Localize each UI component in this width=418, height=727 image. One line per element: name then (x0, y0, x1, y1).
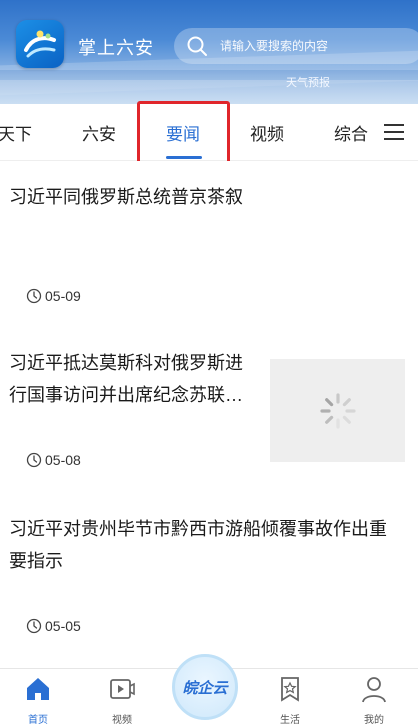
clock-icon (26, 288, 42, 304)
news-title-line: 习近平抵达莫斯科对俄罗斯进 (9, 353, 243, 373)
bookmark-star-icon (281, 677, 299, 702)
news-title: 习近平对贵州毕节市黔西市游船倾覆事故作出重 要指示 (9, 513, 387, 577)
news-item[interactable]: 习近平对贵州毕节市黔西市游船倾覆事故作出重 要指示 05-05 (0, 491, 418, 668)
news-date: 05-09 (26, 288, 81, 304)
app-logo-icon (24, 30, 56, 58)
search-bar[interactable] (174, 28, 418, 64)
nav-life[interactable]: 生活 (260, 669, 320, 727)
menu-icon[interactable] (383, 123, 405, 141)
app-title: 掌上六安 (78, 38, 154, 58)
news-title-line: 习近平对贵州毕节市黔西市游船倾覆事故作出重 (9, 519, 387, 539)
clock-icon (26, 452, 42, 468)
nav-video-label: 视频 (112, 715, 132, 726)
nav-home-label: 首页 (28, 715, 48, 726)
center-app-button[interactable]: 皖企云 (172, 654, 238, 720)
news-title: 习近平同俄罗斯总统普京茶叙 (9, 181, 243, 213)
news-date-text: 05-09 (45, 288, 81, 304)
nav-video[interactable]: 视频 (92, 669, 152, 727)
search-icon (187, 36, 207, 56)
search-input[interactable] (220, 28, 410, 64)
header-banner: 掌上六安 天气预报 (0, 0, 418, 104)
news-title-line: 习近平同俄罗斯总统普京茶叙 (9, 187, 243, 207)
user-icon (362, 677, 386, 703)
news-thumbnail (270, 359, 405, 462)
app-logo (16, 20, 64, 68)
news-title-line: 行国事访问并出席纪念苏联… (9, 385, 243, 405)
tab-luan[interactable]: 六安 (82, 120, 116, 145)
highlight-annotation-box (137, 101, 230, 165)
tab-video[interactable]: 视频 (250, 120, 284, 145)
news-date-text: 05-08 (45, 452, 81, 468)
video-icon (110, 679, 135, 699)
nav-home[interactable]: 首页 (8, 669, 68, 727)
home-icon (27, 678, 49, 700)
weather-link[interactable]: 天气预报 (286, 74, 330, 90)
center-logo: 皖企云 (182, 679, 228, 697)
news-item[interactable]: 习近平抵达莫斯科对俄罗斯进 行国事访问并出席纪念苏联… 05-08 (0, 325, 418, 492)
news-date-text: 05-05 (45, 618, 81, 634)
news-date: 05-05 (26, 618, 81, 634)
news-title: 习近平抵达莫斯科对俄罗斯进 行国事访问并出席纪念苏联… (9, 347, 243, 411)
loading-spinner-icon (320, 393, 356, 429)
tab-tianxia[interactable]: 天下 (0, 120, 32, 145)
tab-general[interactable]: 综合 (334, 120, 368, 145)
nav-mine-label: 我的 (364, 715, 384, 726)
clock-icon (26, 618, 42, 634)
news-title-line: 要指示 (9, 551, 63, 571)
news-date: 05-08 (26, 452, 81, 468)
nav-mine[interactable]: 我的 (344, 669, 404, 727)
news-item[interactable]: 习近平同俄罗斯总统普京茶叙 05-09 (0, 161, 418, 326)
nav-life-label: 生活 (280, 715, 300, 726)
